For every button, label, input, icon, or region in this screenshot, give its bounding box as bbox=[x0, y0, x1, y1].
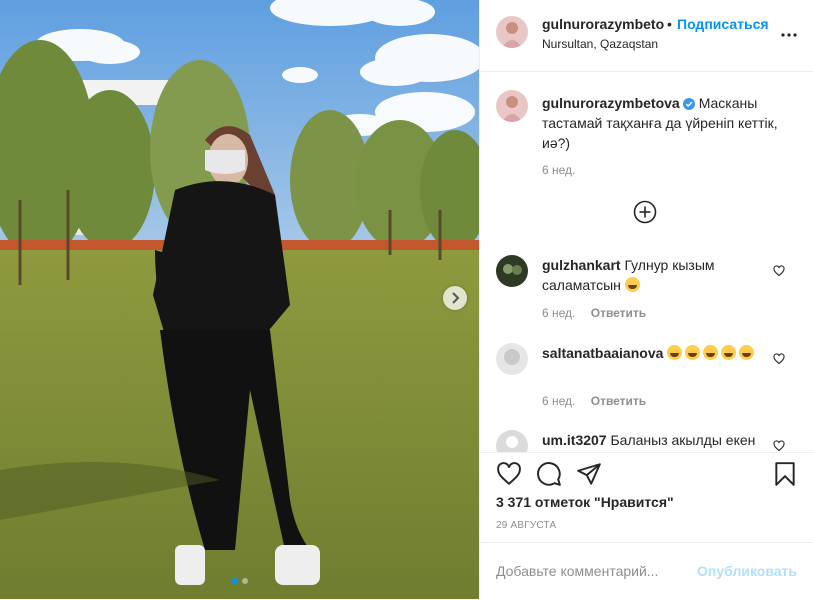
comment-username[interactable]: um.it3207 bbox=[542, 432, 607, 448]
reply-button[interactable]: Ответить bbox=[591, 306, 646, 320]
post-caption: gulnurorazymbetova Масканы тастамай тақха… bbox=[542, 93, 802, 153]
emoji-icon bbox=[685, 345, 701, 360]
carousel-dot bbox=[241, 578, 248, 584]
post-viewer: gulnurorazymbetov • Подписаться Nursulta… bbox=[0, 0, 813, 599]
add-comment-bar: Опубликовать bbox=[480, 542, 813, 600]
comment: saltanatbaaianova bbox=[542, 343, 764, 363]
comment-time[interactable]: 6 нед. bbox=[542, 394, 575, 408]
photo-scene bbox=[0, 0, 479, 599]
comment-meta: 6 нед. Ответить bbox=[542, 394, 658, 408]
load-more-comments-button[interactable] bbox=[633, 200, 657, 229]
likes-count[interactable]: 3 371 отметок "Нравится" bbox=[496, 494, 674, 510]
like-button[interactable] bbox=[496, 461, 522, 492]
carousel-indicators bbox=[0, 578, 479, 584]
post-header: gulnurorazymbetov • Подписаться Nursulta… bbox=[480, 0, 813, 72]
emoji-icon bbox=[739, 345, 755, 360]
caption-avatar[interactable] bbox=[496, 90, 528, 122]
next-photo-button[interactable] bbox=[443, 286, 467, 310]
comment-avatar[interactable] bbox=[496, 255, 528, 287]
chevron-right-icon bbox=[452, 292, 460, 304]
post-actions: 3 371 отметок "Нравится" 29 АВГУСТА bbox=[480, 452, 813, 543]
more-options-button[interactable] bbox=[781, 24, 797, 42]
author-username[interactable]: gulnurorazymbetov bbox=[542, 16, 664, 32]
comment-icon bbox=[537, 462, 561, 486]
like-comment-button[interactable] bbox=[773, 439, 785, 452]
emoji-icon bbox=[624, 277, 640, 292]
caption-time[interactable]: 6 нед. bbox=[542, 163, 575, 177]
save-button[interactable] bbox=[773, 461, 797, 492]
like-comment-button[interactable] bbox=[773, 264, 785, 282]
emoji-icon bbox=[703, 345, 719, 360]
post-location[interactable]: Nursultan, Qazaqstan bbox=[542, 37, 658, 51]
verified-badge-icon bbox=[682, 98, 695, 110]
bookmark-icon bbox=[775, 462, 795, 486]
comment-input[interactable] bbox=[496, 563, 696, 579]
comment: um.it3207 Баланыз акылды екен bbox=[542, 430, 764, 450]
publish-button[interactable]: Опубликовать bbox=[697, 563, 797, 579]
more-horizontal-icon bbox=[781, 33, 797, 37]
heart-icon bbox=[773, 353, 785, 365]
comment-avatar[interactable] bbox=[496, 343, 528, 375]
emoji-icon bbox=[721, 345, 737, 360]
comment-text: Баланыз акылды екен bbox=[610, 432, 756, 448]
comment-button[interactable] bbox=[536, 461, 562, 492]
like-comment-button[interactable] bbox=[773, 352, 785, 370]
comment: gulzhankart Гулнур кызым саламатсын bbox=[542, 255, 764, 295]
comment-meta: 6 нед. Ответить bbox=[542, 306, 658, 320]
comment-time[interactable]: 6 нед. bbox=[542, 306, 575, 320]
comment-avatar[interactable] bbox=[496, 430, 528, 452]
emoji-icon bbox=[667, 345, 683, 360]
share-icon bbox=[577, 463, 601, 485]
header-separator: • bbox=[667, 16, 672, 32]
carousel-dot-active bbox=[231, 578, 238, 584]
follow-button[interactable]: Подписаться bbox=[677, 16, 769, 32]
author-avatar[interactable] bbox=[496, 16, 528, 48]
caption-username[interactable]: gulnurorazymbetova bbox=[542, 95, 680, 111]
heart-icon bbox=[497, 462, 521, 486]
comments-list[interactable]: gulnurorazymbetova Масканы тастамай тақха… bbox=[480, 72, 813, 452]
comment-username[interactable]: saltanatbaaianova bbox=[542, 345, 663, 361]
heart-icon bbox=[773, 265, 785, 277]
post-date[interactable]: 29 АВГУСТА bbox=[496, 520, 556, 531]
plus-circle-icon bbox=[633, 200, 657, 224]
post-side-panel: gulnurorazymbetov • Подписаться Nursulta… bbox=[479, 0, 813, 599]
heart-icon bbox=[773, 440, 785, 452]
comment-username[interactable]: gulzhankart bbox=[542, 257, 621, 273]
post-photo[interactable] bbox=[0, 0, 479, 599]
share-button[interactable] bbox=[576, 461, 602, 492]
reply-button[interactable]: Ответить bbox=[591, 394, 646, 408]
